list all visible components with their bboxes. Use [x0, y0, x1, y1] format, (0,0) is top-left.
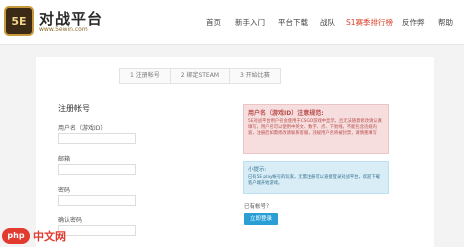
email-label: 邮箱 — [58, 156, 71, 163]
login-button[interactable]: 立即登录 — [244, 213, 278, 225]
registration-panel: 1 注册帐号 2 绑定STEAM 3 开始比赛 注册帐号 用户名（游戏ID） 邮… — [36, 57, 434, 247]
username-rules-title: 用户名（游戏ID）注意规范: — [248, 110, 324, 117]
watermark-text: 中文网 — [33, 230, 66, 243]
registration-steps: 1 注册帐号 2 绑定STEAM 3 开始比赛 — [119, 68, 281, 84]
nav-leaderboard[interactable]: S1赛季排行榜 — [346, 17, 393, 28]
step-start-match: 3 开始比赛 — [230, 68, 281, 84]
username-rules-text: 5E对战平台用户名会使用于CSGO游戏中显示，且无法随意修改请认真填写，用户名可… — [248, 119, 382, 137]
nav-help[interactable]: 帮助 — [438, 17, 453, 28]
username-rules-alert: 用户名（游戏ID）注意规范: 5E对战平台用户名会使用于CSGO游戏中显示，且无… — [243, 104, 389, 154]
confirm-password-label: 确认密码 — [58, 217, 83, 224]
nav-home[interactable]: 首页 — [206, 17, 221, 28]
step-bind-steam: 2 绑定STEAM — [170, 68, 231, 84]
tip-alert: 小提示: 已有5E play帐号的玩家，无需注册可以直接登录对战平台，欢迎下载客… — [243, 161, 389, 194]
has-account-text: 已有帐号？ — [244, 204, 272, 210]
form-title: 注册帐号 — [58, 104, 90, 113]
password-label: 密码 — [58, 187, 71, 194]
tip-text: 已有5E play帐号的玩家，无需注册可以直接登录对战平台，欢迎下载客户端开始游… — [248, 175, 380, 187]
watermark: php 中文网 — [0, 225, 80, 247]
main-nav: 首页 新手入门 平台下载 战队 S1赛季排行榜 反作弊 帮助 — [0, 0, 464, 44]
username-input[interactable] — [58, 133, 136, 144]
php-logo-icon: php — [2, 228, 30, 244]
username-label: 用户名（游戏ID） — [58, 125, 107, 132]
password-input[interactable] — [58, 195, 136, 206]
nav-beginner[interactable]: 新手入门 — [235, 17, 265, 28]
nav-anticheat[interactable]: 反作弊 — [402, 17, 425, 28]
top-navigation-bar: 5E 对战平台 www.5ewin.com 首页 新手入门 平台下载 战队 S1… — [0, 0, 464, 45]
step-register: 1 注册帐号 — [119, 68, 171, 84]
nav-team[interactable]: 战队 — [320, 17, 335, 28]
nav-download[interactable]: 平台下载 — [278, 17, 308, 28]
tip-title: 小提示: — [248, 167, 267, 173]
email-input[interactable] — [58, 164, 136, 175]
